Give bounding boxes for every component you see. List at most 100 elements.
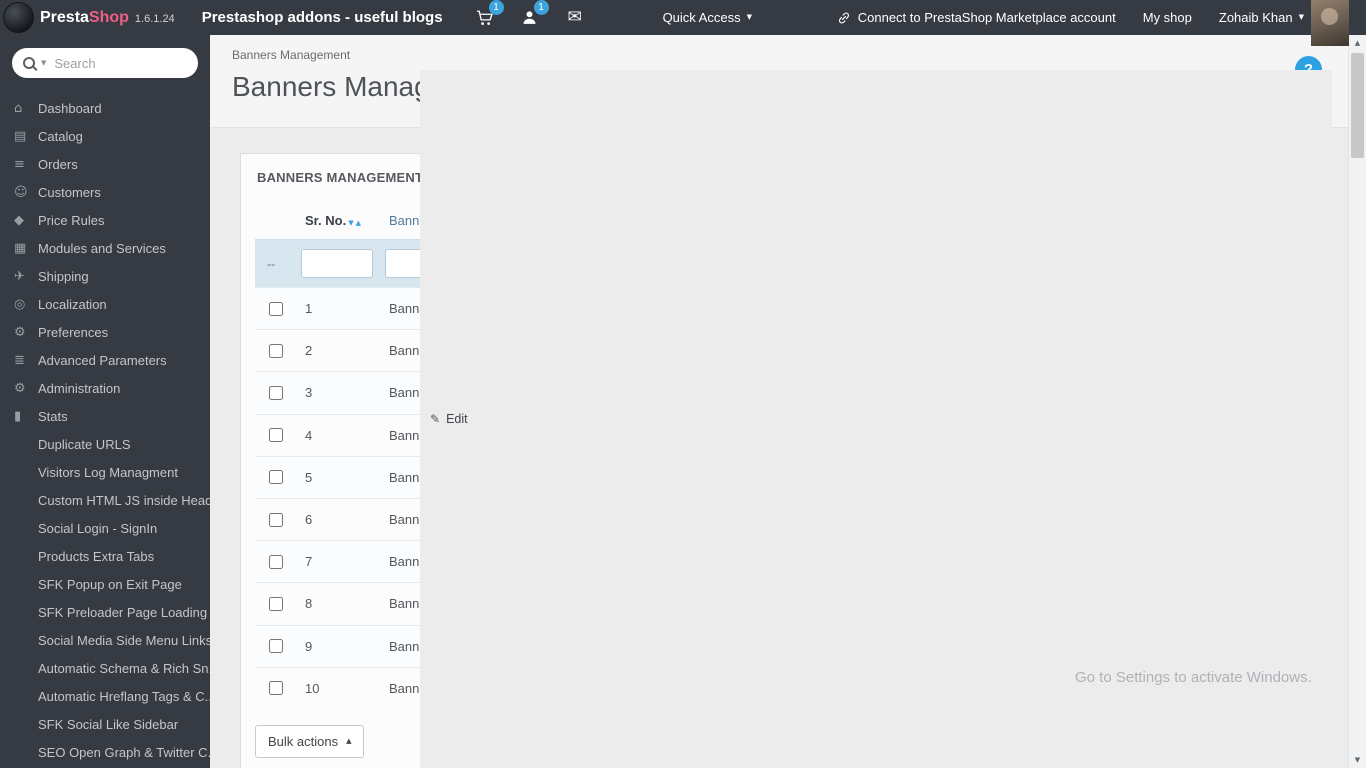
- sidebar-item-label: Social Media Side Menu Links: [38, 632, 210, 648]
- sidebar-item-advanced-parameters[interactable]: ≣ Advanced Parameters: [0, 346, 210, 374]
- topbar-right: Connect to PrestaShop Marketplace accoun…: [837, 10, 1304, 25]
- scrollbar-thumb[interactable]: [1351, 53, 1364, 158]
- sidebar-item-label: Advanced Parameters: [38, 352, 167, 368]
- row-checkbox[interactable]: [269, 554, 283, 569]
- sidebar-item-products-extra-tabs[interactable]: Products Extra Tabs: [0, 542, 210, 570]
- sidebar-item-visitors-log-managment[interactable]: Visitors Log Managment: [0, 458, 210, 486]
- bulk-actions-button[interactable]: Bulk actions ▲: [255, 724, 365, 758]
- sort-asc-icon[interactable]: ▲: [356, 219, 361, 227]
- sidebar-item-label: Administration: [38, 380, 121, 396]
- panel-title: BANNERS MANAGEMENT: [257, 169, 424, 185]
- sidebar-item-automatic-hreflang-tags-c[interactable]: Automatic Hreflang Tags & C...: [0, 682, 210, 710]
- sidebar-item-custom-html-js-inside-head[interactable]: Custom HTML JS inside Head...: [0, 486, 210, 514]
- filter-sr-no-input[interactable]: [301, 249, 373, 278]
- scroll-up-arrow-icon[interactable]: ▲: [1349, 35, 1366, 51]
- select-all-header: [255, 201, 299, 240]
- sidebar-item-price-rules[interactable]: ◆ Price Rules: [0, 206, 210, 234]
- sidebar-search[interactable]: ▼: [12, 48, 198, 78]
- table-row: 10Banner 11https://addons.prestashop.com…: [255, 70, 1332, 768]
- sidebar-item-label: SFK Preloader Page Loading ...: [38, 604, 210, 620]
- page-scrollbar[interactable]: ▲ ▼: [1348, 35, 1366, 768]
- sidebar-item-sfk-preloader-page-loading[interactable]: SFK Preloader Page Loading ...: [0, 598, 210, 626]
- row-checkbox[interactable]: [269, 343, 283, 358]
- sr-cell: 1: [299, 286, 383, 330]
- sidebar-item-catalog[interactable]: ▤ Catalog: [0, 122, 210, 150]
- sidebar-item-label: Price Rules: [38, 212, 105, 228]
- sidebar-item-social-media-side-menu-links[interactable]: Social Media Side Menu Links: [0, 626, 210, 654]
- sidebar-item-label: Catalog: [38, 128, 83, 144]
- price-rules-icon: ◆: [14, 212, 24, 228]
- row-checkbox[interactable]: [269, 596, 283, 611]
- row-checkbox[interactable]: [269, 639, 283, 654]
- sidebar-item-preferences[interactable]: ⚙ Preferences: [0, 318, 210, 346]
- messages-icon[interactable]: ✉: [565, 8, 585, 28]
- row-checkbox[interactable]: [269, 512, 283, 527]
- sidebar-item-social-login-signin[interactable]: Social Login - SignIn: [0, 514, 210, 542]
- search-input[interactable]: [52, 54, 187, 72]
- sidebar-item-label: SEO Open Graph & Twitter C...: [38, 744, 210, 760]
- user-menu[interactable]: Zohaib Khan ▼: [1219, 10, 1304, 25]
- sidebar-item-label: Duplicate URLS: [38, 436, 131, 452]
- sidebar-item-label: Customers: [38, 184, 101, 200]
- sidebar-item-customers[interactable]: ☺ Customers: [0, 178, 210, 206]
- sidebar-item-sfk-popup-on-exit-page[interactable]: SFK Popup on Exit Page: [0, 570, 210, 598]
- preferences-icon: ⚙: [14, 324, 26, 340]
- sr-cell: 8: [299, 582, 383, 625]
- my-shop-link[interactable]: My shop: [1143, 10, 1192, 25]
- row-checkbox[interactable]: [269, 385, 283, 400]
- row-checkbox[interactable]: [269, 428, 283, 443]
- sidebar-item-label: Shipping: [38, 268, 89, 284]
- banners-table: Sr. No.▼▲Banner Name▼▲Click URL▼▲Click C…: [255, 70, 1332, 768]
- sidebar-item-dashboard[interactable]: ⌂ Dashboard: [0, 94, 210, 122]
- customers-icon: ☺: [14, 184, 28, 200]
- quick-access-menu[interactable]: Quick Access ▼: [663, 10, 752, 25]
- sidebar-item-automatic-schema-rich-sn[interactable]: Automatic Schema & Rich Sn...: [0, 654, 210, 682]
- main-content: Banners Management Banners Management ? …: [210, 35, 1349, 768]
- sidebar-item-stats[interactable]: ▮ Stats: [0, 402, 210, 430]
- sr-cell: 4: [299, 413, 383, 457]
- search-scope-caret-icon[interactable]: ▼: [41, 59, 46, 67]
- customers-notification-icon[interactable]: 1: [520, 0, 549, 28]
- sidebar-item-orders[interactable]: ≡ Orders: [0, 150, 210, 178]
- sidebar-item-label: Preferences: [38, 324, 109, 340]
- sidebar-item-label: SFK Social Like Sidebar: [38, 716, 179, 732]
- row-checkbox[interactable]: [269, 470, 283, 485]
- cart-icon[interactable]: 1: [475, 0, 504, 28]
- sidebar-item-label: Custom HTML JS inside Head...: [38, 492, 210, 508]
- sidebar-item-label: Dashboard: [38, 100, 102, 116]
- modules-icon: ▦: [14, 240, 27, 256]
- sidebar-item-localization[interactable]: ◎ Localization: [0, 290, 210, 318]
- breadcrumb[interactable]: Banners Management: [232, 48, 1327, 62]
- sidebar-item-administration[interactable]: ⚙ Administration: [0, 374, 210, 402]
- prestashop-logo-icon[interactable]: [3, 2, 34, 33]
- sort-desc-icon[interactable]: ▼: [348, 219, 353, 227]
- sidebar-item-modules-and-services[interactable]: ▦ Modules and Services: [0, 234, 210, 262]
- edit-button[interactable]: ✎Edit: [420, 70, 1332, 768]
- sidebar-item-seo-open-graph-twitter-c[interactable]: SEO Open Graph & Twitter C...: [0, 738, 210, 766]
- logo-version: 1.6.1.24: [134, 12, 175, 25]
- scroll-down-arrow-icon[interactable]: ▼: [1349, 752, 1366, 768]
- advanced-parameters-icon: ≣: [14, 352, 25, 368]
- dashboard-icon: ⌂: [14, 100, 23, 116]
- column-label: Sr. No.: [305, 213, 347, 228]
- sidebar-menu: ⌂ Dashboard ▤ Catalog ≡ Orders ☺ Customers ◆ Pric…: [0, 94, 210, 766]
- row-checkbox[interactable]: [269, 301, 283, 316]
- row-checkbox[interactable]: [269, 681, 283, 696]
- sr-cell: 2: [299, 329, 383, 372]
- column-header-sr-no[interactable]: Sr. No. ▼ ▲: [299, 201, 383, 240]
- quick-access-label: Quick Access: [662, 10, 741, 25]
- sidebar-item-duplicate-urls[interactable]: Duplicate URLS: [0, 430, 210, 458]
- sidebar-item-shipping[interactable]: ✈ Shipping: [0, 262, 210, 290]
- sidebar-item-label: Automatic Schema & Rich Sn...: [38, 660, 210, 676]
- sidebar-item-sfk-social-like-sidebar[interactable]: SFK Social Like Sidebar: [0, 710, 210, 738]
- chevron-down-icon: ▼: [1298, 13, 1304, 21]
- marketplace-label: Connect to PrestaShop Marketplace accoun…: [857, 10, 1116, 25]
- marketplace-link[interactable]: Connect to PrestaShop Marketplace accoun…: [837, 10, 1116, 25]
- sidebar-item-label: Stats: [38, 408, 68, 424]
- bulk-actions-label: Bulk actions: [268, 733, 339, 749]
- shop-name: Prestashop addons - useful blogs: [201, 9, 443, 26]
- prestashop-logo[interactable]: Presta Shop 1.6.1.24: [40, 9, 175, 27]
- customers-badge: 1: [533, 0, 549, 15]
- logo-shop: Shop: [88, 8, 129, 26]
- avatar[interactable]: [1311, 0, 1349, 46]
